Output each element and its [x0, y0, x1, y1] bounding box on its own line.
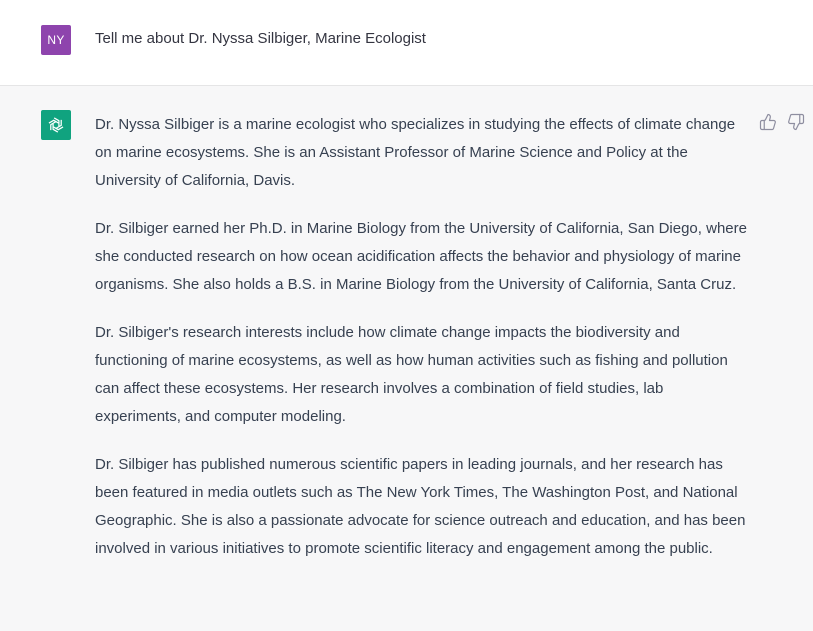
thumbs-up-icon	[759, 113, 776, 131]
answer-paragraph: Dr. Silbiger has published numerous scie…	[95, 456, 746, 557]
thumbs-down-button[interactable]	[787, 113, 805, 131]
user-avatar: NY	[41, 25, 71, 55]
answer-paragraph: Dr. Silbiger's research interests includ…	[95, 324, 728, 425]
thumbs-up-button[interactable]	[759, 113, 777, 131]
openai-logo-icon	[48, 117, 64, 133]
thumbs-down-icon	[788, 113, 805, 131]
user-message-text: Tell me about Dr. Nyssa Silbiger, Marine…	[95, 30, 426, 47]
assistant-answer: Dr. Nyssa Silbiger is a marine ecologist…	[95, 111, 750, 583]
user-message-row: NY Tell me about Dr. Nyssa Silbiger, Mar…	[0, 0, 813, 86]
answer-paragraph: Dr. Silbiger earned her Ph.D. in Marine …	[95, 220, 747, 293]
answer-paragraph: Dr. Nyssa Silbiger is a marine ecologist…	[95, 116, 736, 189]
assistant-message-row: Dr. Nyssa Silbiger is a marine ecologist…	[0, 86, 813, 631]
assistant-avatar	[41, 110, 71, 140]
